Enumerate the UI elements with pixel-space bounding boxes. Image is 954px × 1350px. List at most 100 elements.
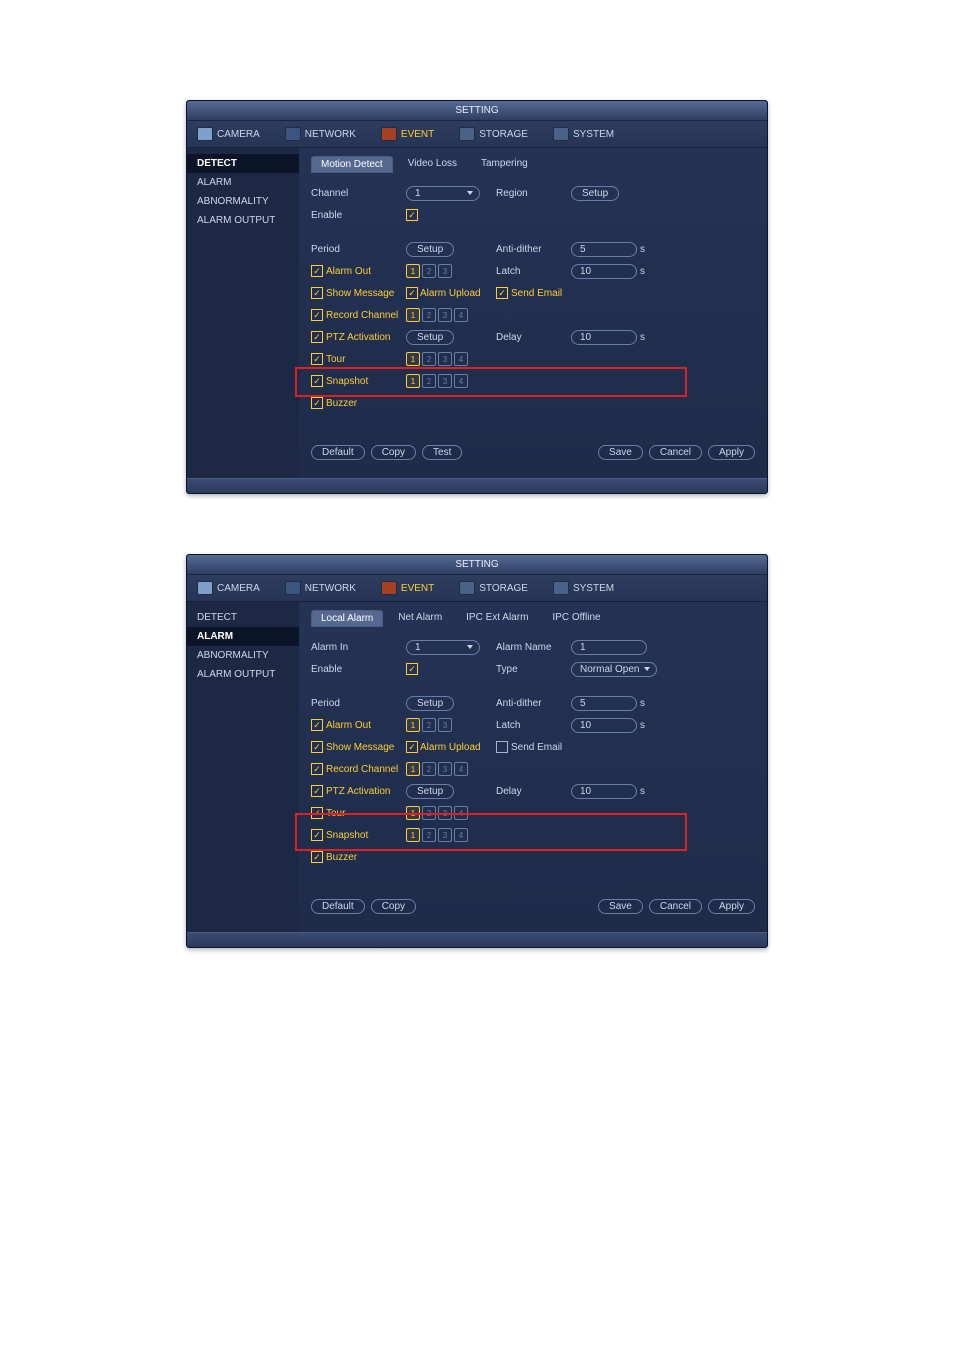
channel-select[interactable]: 1 — [406, 186, 480, 201]
period-setup-button[interactable]: Setup — [406, 242, 454, 257]
subtab-net-alarm[interactable]: Net Alarm — [389, 610, 451, 627]
topnav-system[interactable]: SYSTEM — [553, 581, 614, 595]
snapshot-chan-3[interactable]: 3 — [438, 828, 452, 842]
ptz-setup-button[interactable]: Setup — [406, 330, 454, 345]
region-setup-button[interactable]: Setup — [571, 186, 619, 201]
tour-checkbox[interactable] — [311, 807, 323, 819]
default-button[interactable]: Default — [311, 445, 365, 460]
tour-chan-1[interactable]: 1 — [406, 806, 420, 820]
snapshot-chan-4[interactable]: 4 — [454, 374, 468, 388]
sidebar-item-alarm-output[interactable]: ALARM OUTPUT — [187, 211, 299, 230]
tour-chan-1[interactable]: 1 — [406, 352, 420, 366]
record-chan-1[interactable]: 1 — [406, 762, 420, 776]
cancel-button[interactable]: Cancel — [649, 899, 702, 914]
record-channel-checkbox[interactable] — [311, 763, 323, 775]
sidebar-item-detect[interactable]: DETECT — [187, 154, 299, 173]
tour-chan-3[interactable]: 3 — [438, 352, 452, 366]
subtab-tampering[interactable]: Tampering — [472, 156, 537, 173]
test-button[interactable]: Test — [422, 445, 462, 460]
delay-input[interactable]: 10 — [571, 784, 637, 799]
record-chan-1[interactable]: 1 — [406, 308, 420, 322]
alarm-out-chan-3[interactable]: 3 — [438, 718, 452, 732]
alarm-out-chan-1[interactable]: 1 — [406, 718, 420, 732]
snapshot-chan-2[interactable]: 2 — [422, 828, 436, 842]
alarm-out-checkbox[interactable] — [311, 265, 323, 277]
alarm-in-select[interactable]: 1 — [406, 640, 480, 655]
record-channel-checkbox[interactable] — [311, 309, 323, 321]
show-message-checkbox[interactable] — [311, 741, 323, 753]
save-button[interactable]: Save — [598, 445, 643, 460]
snapshot-chan-2[interactable]: 2 — [422, 374, 436, 388]
record-chan-3[interactable]: 3 — [438, 762, 452, 776]
tour-checkbox[interactable] — [311, 353, 323, 365]
topnav-network[interactable]: NETWORK — [285, 581, 356, 595]
show-message-checkbox[interactable] — [311, 287, 323, 299]
snapshot-chan-1[interactable]: 1 — [406, 374, 420, 388]
latch-input[interactable]: 10 — [571, 718, 637, 733]
apply-button[interactable]: Apply — [708, 899, 755, 914]
sidebar-item-alarm[interactable]: ALARM — [187, 627, 299, 646]
topnav-storage[interactable]: STORAGE — [459, 581, 528, 595]
enable-checkbox[interactable] — [406, 663, 418, 675]
cancel-button[interactable]: Cancel — [649, 445, 702, 460]
default-button[interactable]: Default — [311, 899, 365, 914]
topnav-event[interactable]: EVENT — [381, 581, 434, 595]
buzzer-checkbox[interactable] — [311, 851, 323, 863]
enable-checkbox[interactable] — [406, 209, 418, 221]
alarm-upload-checkbox[interactable] — [406, 287, 418, 299]
snapshot-chan-3[interactable]: 3 — [438, 374, 452, 388]
sidebar-item-abnormality[interactable]: ABNORMALITY — [187, 192, 299, 211]
subtab-video-loss[interactable]: Video Loss — [399, 156, 466, 173]
topnav-system[interactable]: SYSTEM — [553, 127, 614, 141]
alarm-out-chan-3[interactable]: 3 — [438, 264, 452, 278]
topnav-network[interactable]: NETWORK — [285, 127, 356, 141]
type-select[interactable]: Normal Open — [571, 662, 657, 677]
send-email-checkbox[interactable] — [496, 741, 508, 753]
copy-button[interactable]: Copy — [371, 445, 416, 460]
alarm-name-input[interactable]: 1 — [571, 640, 647, 655]
tour-chan-2[interactable]: 2 — [422, 806, 436, 820]
save-button[interactable]: Save — [598, 899, 643, 914]
snapshot-checkbox[interactable] — [311, 829, 323, 841]
ptz-setup-button[interactable]: Setup — [406, 784, 454, 799]
tour-chan-4[interactable]: 4 — [454, 806, 468, 820]
record-chan-4[interactable]: 4 — [454, 308, 468, 322]
record-chan-4[interactable]: 4 — [454, 762, 468, 776]
copy-button[interactable]: Copy — [371, 899, 416, 914]
anti-dither-input[interactable]: 5 — [571, 696, 637, 711]
alarm-out-chan-1[interactable]: 1 — [406, 264, 420, 278]
alarm-upload-checkbox[interactable] — [406, 741, 418, 753]
snapshot-chan-1[interactable]: 1 — [406, 828, 420, 842]
latch-input[interactable]: 10 — [571, 264, 637, 279]
record-chan-3[interactable]: 3 — [438, 308, 452, 322]
alarm-out-chan-2[interactable]: 2 — [422, 264, 436, 278]
period-setup-button[interactable]: Setup — [406, 696, 454, 711]
anti-dither-input[interactable]: 5 — [571, 242, 637, 257]
alarm-out-checkbox[interactable] — [311, 719, 323, 731]
record-chan-2[interactable]: 2 — [422, 762, 436, 776]
sidebar-item-detect[interactable]: DETECT — [187, 608, 299, 627]
subtab-ipc-ext-alarm[interactable]: IPC Ext Alarm — [457, 610, 537, 627]
buzzer-checkbox[interactable] — [311, 397, 323, 409]
alarm-out-chan-2[interactable]: 2 — [422, 718, 436, 732]
topnav-storage[interactable]: STORAGE — [459, 127, 528, 141]
tour-chan-4[interactable]: 4 — [454, 352, 468, 366]
sidebar-item-alarm[interactable]: ALARM — [187, 173, 299, 192]
apply-button[interactable]: Apply — [708, 445, 755, 460]
topnav-event[interactable]: EVENT — [381, 127, 434, 141]
snapshot-chan-4[interactable]: 4 — [454, 828, 468, 842]
ptz-activation-checkbox[interactable] — [311, 785, 323, 797]
record-chan-2[interactable]: 2 — [422, 308, 436, 322]
snapshot-checkbox[interactable] — [311, 375, 323, 387]
subtab-ipc-offline[interactable]: IPC Offline — [543, 610, 609, 627]
subtab-motion-detect[interactable]: Motion Detect — [311, 156, 393, 173]
ptz-activation-checkbox[interactable] — [311, 331, 323, 343]
send-email-checkbox[interactable] — [496, 287, 508, 299]
topnav-camera[interactable]: CAMERA — [197, 581, 260, 595]
delay-input[interactable]: 10 — [571, 330, 637, 345]
topnav-camera[interactable]: CAMERA — [197, 127, 260, 141]
tour-chan-3[interactable]: 3 — [438, 806, 452, 820]
sidebar-item-alarm-output[interactable]: ALARM OUTPUT — [187, 665, 299, 684]
sidebar-item-abnormality[interactable]: ABNORMALITY — [187, 646, 299, 665]
tour-chan-2[interactable]: 2 — [422, 352, 436, 366]
